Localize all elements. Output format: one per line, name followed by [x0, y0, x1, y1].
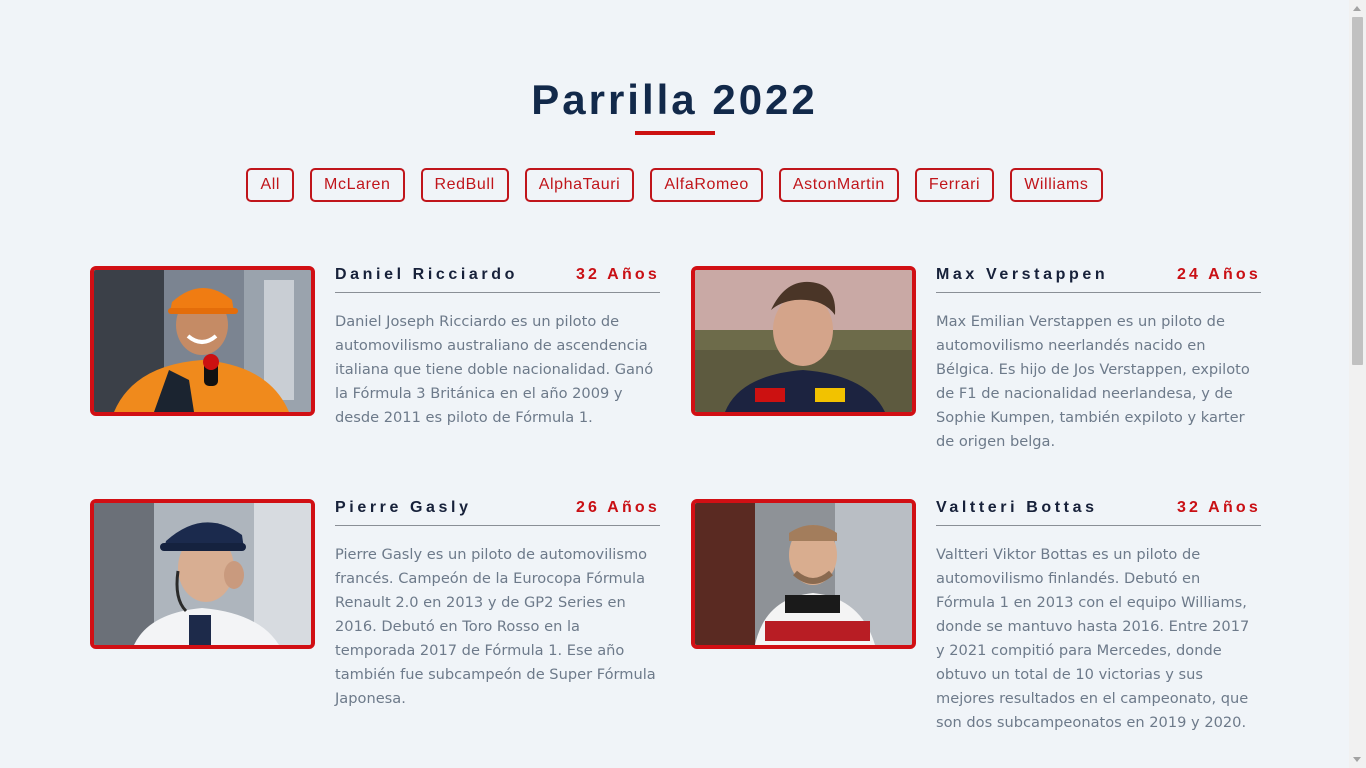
filter-ferrari-button[interactable]: Ferrari — [914, 168, 995, 202]
driver-info: Pierre Gasly 26 Años Pierre Gasly es un … — [335, 499, 660, 711]
driver-bio: Pierre Gasly es un piloto de automovilis… — [335, 546, 656, 707]
filter-astonmartin-button[interactable]: AstonMartin — [778, 168, 899, 202]
driver-name: Daniel Ricciardo — [335, 266, 518, 283]
driver-age: 32 Años — [1176, 499, 1261, 516]
driver-info: Daniel Ricciardo 32 Años Daniel Joseph R… — [335, 266, 660, 430]
scroll-up-arrow-icon[interactable] — [1353, 6, 1361, 11]
driver-bio: Daniel Joseph Ricciardo es un piloto de … — [335, 313, 654, 426]
driver-header: Daniel Ricciardo 32 Años — [335, 266, 660, 293]
filter-redbull-button[interactable]: RedBull — [420, 168, 509, 202]
driver-age: 24 Años — [1176, 266, 1261, 283]
scroll-down-arrow-icon[interactable] — [1353, 757, 1361, 762]
driver-info: Max Verstappen 24 Años Max Emilian Verst… — [936, 266, 1261, 454]
filter-mclaren-button[interactable]: McLaren — [310, 168, 405, 202]
vertical-scrollbar[interactable] — [1349, 0, 1366, 768]
driver-bio: Max Emilian Verstappen es un piloto de a… — [936, 313, 1250, 450]
driver-bio: Valtteri Viktor Bottas es un piloto de a… — [936, 546, 1250, 731]
filter-alphatauri-button[interactable]: AlphaTauri — [524, 168, 635, 202]
scrollbar-thumb[interactable] — [1352, 17, 1363, 365]
driver-info: Valtteri Bottas 32 Años Valtteri Viktor … — [936, 499, 1261, 735]
driver-age: 26 Años — [575, 499, 660, 516]
title-underline — [635, 131, 715, 135]
filter-all-button[interactable]: All — [246, 168, 295, 202]
driver-photo-mclaren — [90, 266, 315, 416]
driver-name: Valtteri Bottas — [936, 499, 1098, 516]
driver-name: Pierre Gasly — [335, 499, 472, 516]
filter-alfaromeo-button[interactable]: AlfaRomeo — [650, 168, 763, 202]
page: Parrilla 2022 All McLaren RedBull AlphaT… — [0, 0, 1349, 768]
driver-photo-redbull — [691, 266, 916, 416]
driver-header: Pierre Gasly 26 Años — [335, 499, 660, 526]
page-title: Parrilla 2022 — [531, 76, 818, 123]
driver-name: Max Verstappen — [936, 266, 1109, 283]
driver-photo-alphatauri — [90, 499, 315, 649]
driver-age: 32 Años — [575, 266, 660, 283]
driver-photo-alfaromeo — [691, 499, 916, 649]
driver-header: Valtteri Bottas 32 Años — [936, 499, 1261, 526]
filter-williams-button[interactable]: Williams — [1010, 168, 1103, 202]
team-filter-bar: All McLaren RedBull AlphaTauri AlfaRomeo… — [0, 168, 1349, 202]
driver-header: Max Verstappen 24 Años — [936, 266, 1261, 293]
